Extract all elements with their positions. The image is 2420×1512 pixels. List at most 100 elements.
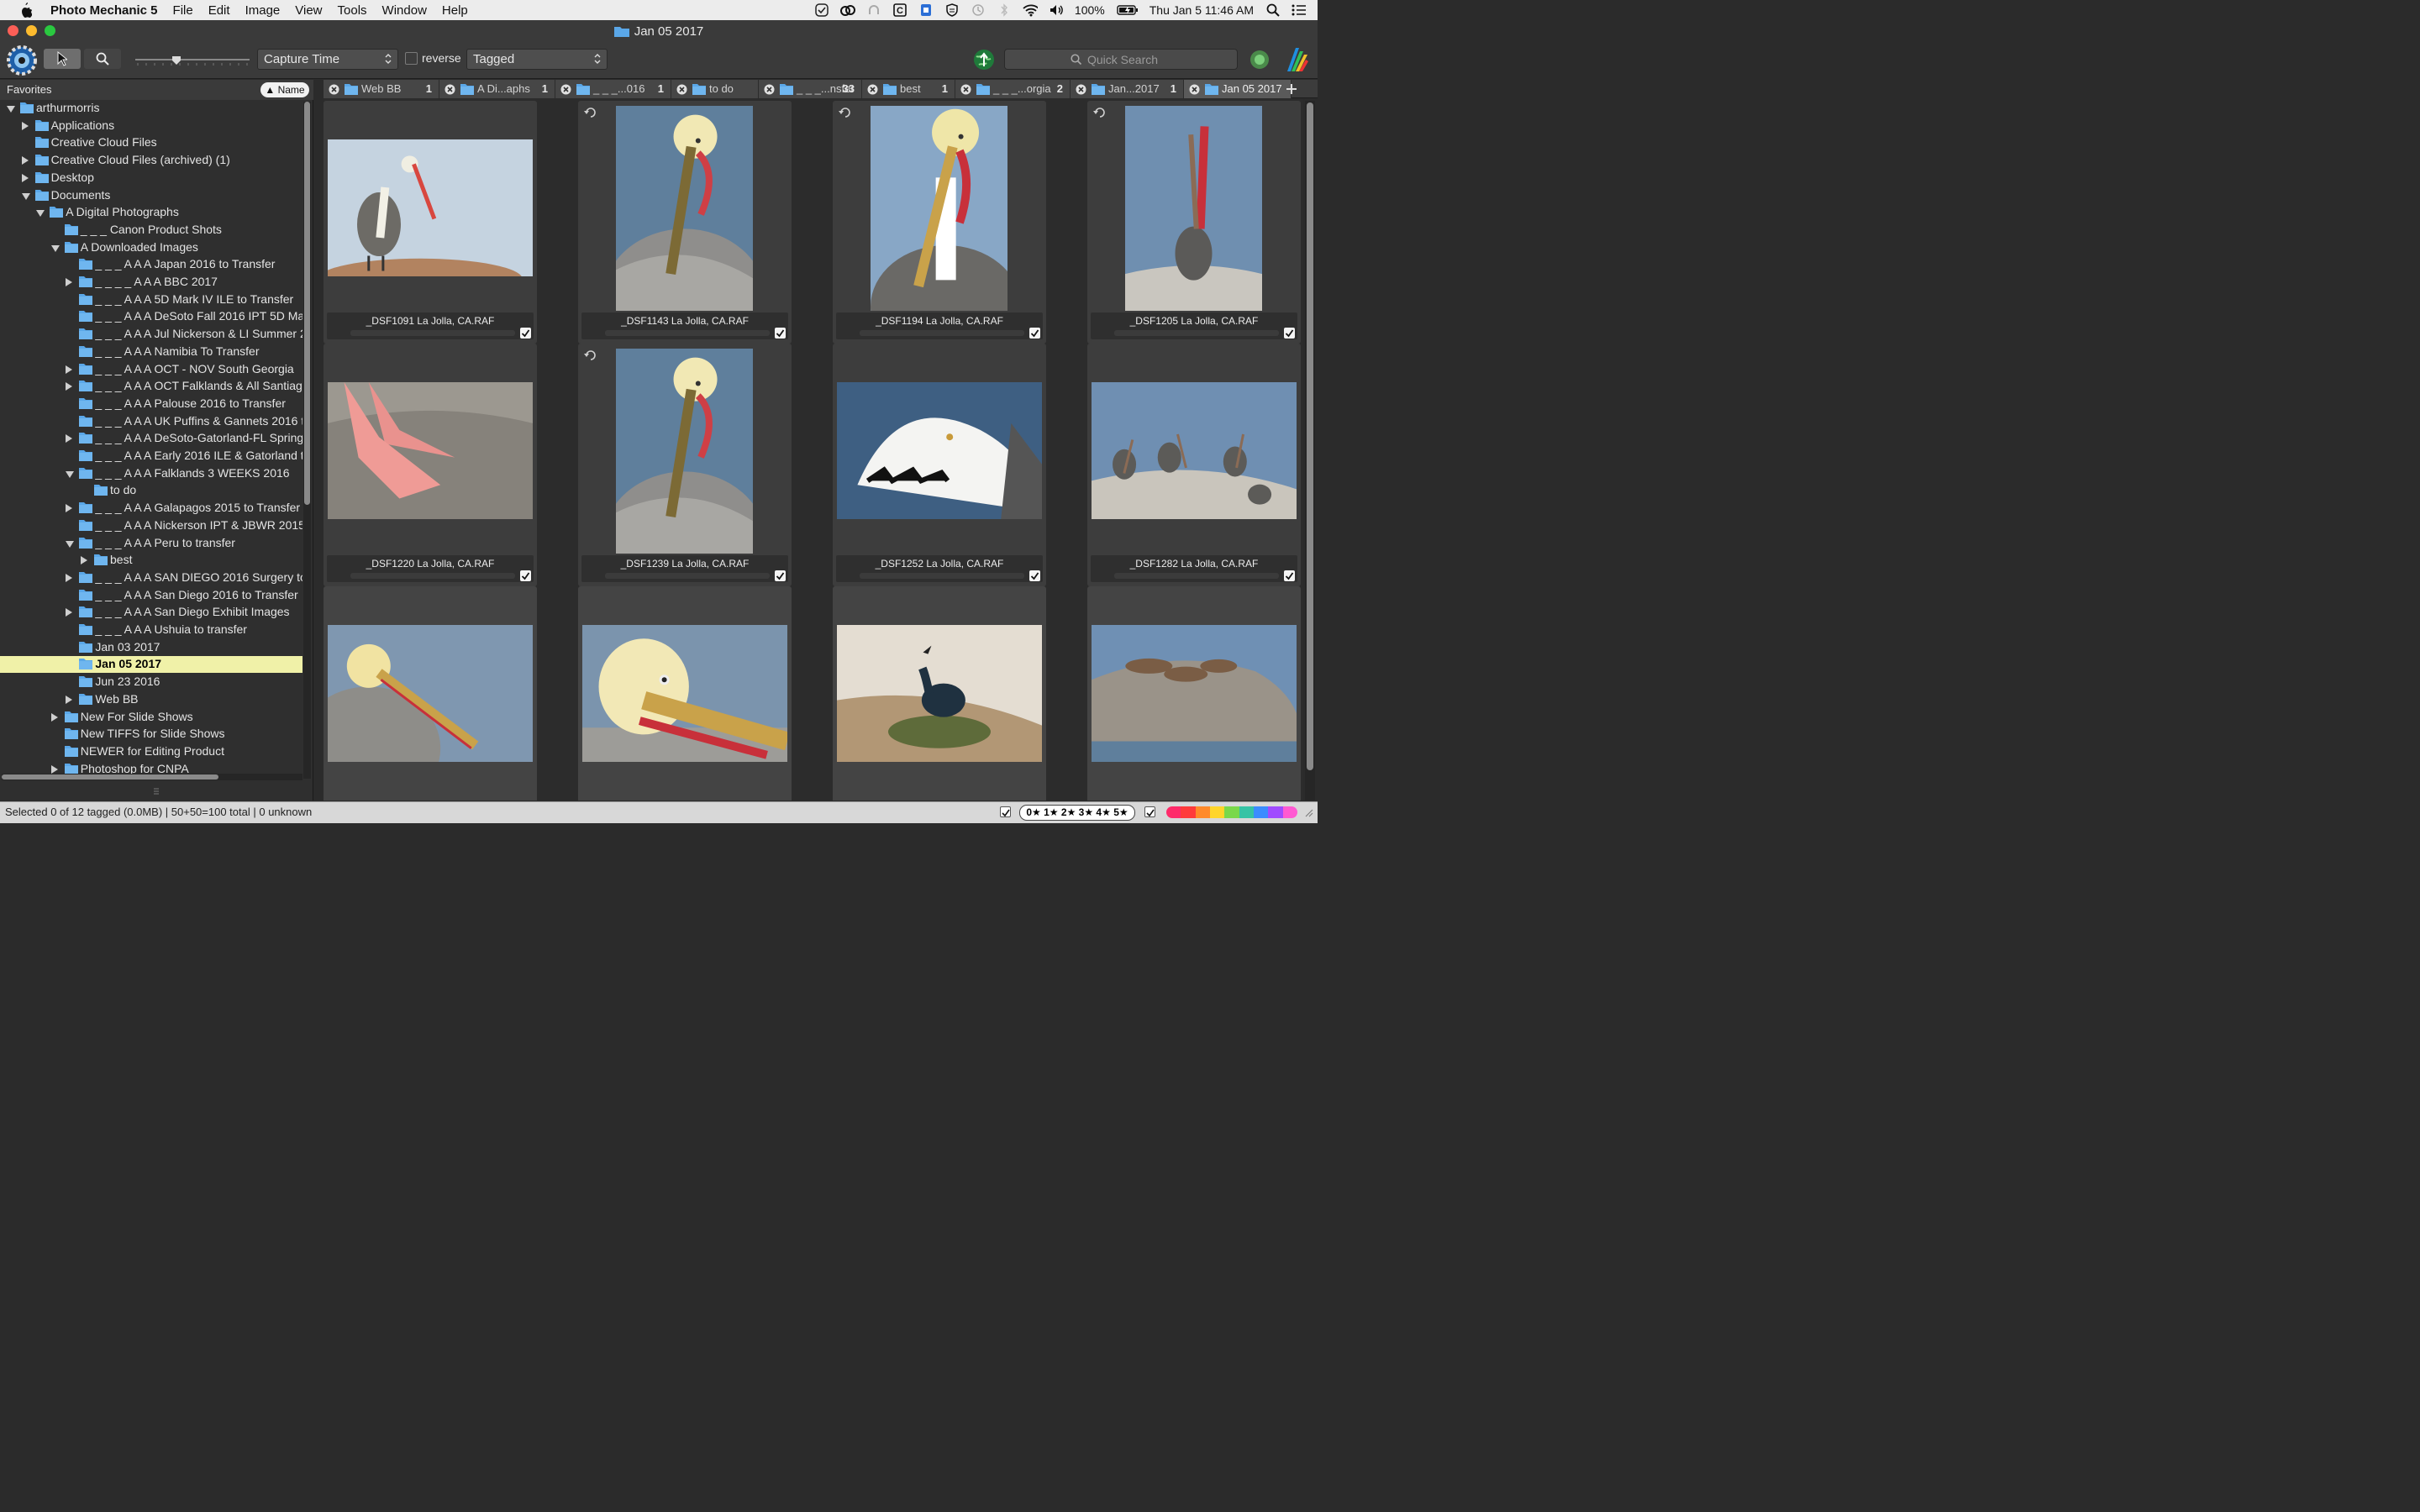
folder-row[interactable]: best [0,552,302,569]
close-tab-icon[interactable] [960,84,971,95]
tab[interactable]: _ _ _...016 1 [555,80,671,98]
folder-row[interactable]: _ _ _ A A A Falklands 3 WEEKS 2016 [0,465,302,482]
menu-image[interactable]: Image [245,3,281,18]
disclosure-closed-icon[interactable] [66,278,73,286]
color-class-swatch[interactable] [1239,806,1254,818]
thumbnail-cell[interactable]: _DSF1143 La Jolla, CA.RAF [578,101,792,344]
folder-row[interactable]: _ _ _ A A A Nickerson IPT & JBWR 2015 [0,517,302,534]
add-tab-icon[interactable] [1286,83,1297,95]
menu-edit[interactable]: Edit [208,3,230,18]
wifi-icon[interactable] [1023,3,1038,18]
thumbnail-cell[interactable]: _DSF1091 La Jolla, CA.RAF [324,101,537,344]
folder-row[interactable]: A Digital Photographs [0,204,302,221]
thumbnail-cell[interactable]: _DSF1194 La Jolla, CA.RAF [833,101,1046,344]
folder-row[interactable]: Jun 23 2016 [0,674,302,690]
app-name-menu[interactable]: Photo Mechanic 5 [50,3,158,18]
bluetooth-icon[interactable] [997,3,1012,18]
disclosure-open-icon[interactable] [66,470,75,478]
color-class-filter[interactable] [1166,806,1297,818]
folder-row[interactable]: _ _ _ A A A Peru to transfer [0,535,302,552]
minimize-window-button[interactable] [26,25,37,36]
sort-order-select[interactable]: Capture Time [257,49,398,70]
rainbow-logo-icon[interactable] [1284,46,1309,73]
color-class-swatch[interactable] [1181,806,1196,818]
star-rating-bar[interactable] [1114,330,1279,336]
blue-app-icon[interactable] [918,3,934,18]
color-class-swatch[interactable] [1253,806,1269,818]
cormorant-on-nest-photo[interactable] [837,625,1042,762]
thumbnail-cell[interactable]: _DSF1239 La Jolla, CA.RAF [578,344,792,586]
disclosure-closed-icon[interactable] [66,434,73,444]
disclosure-closed-icon[interactable] [66,608,73,617]
disclosure-closed-icon[interactable] [66,573,73,582]
pelican-head-toss-photo[interactable] [1125,106,1262,311]
shield-icon[interactable] [944,3,960,18]
c-app-icon[interactable]: C [892,3,908,18]
grid-scroll-thumb[interactable] [1307,102,1313,770]
disclosure-open-icon[interactable] [66,540,75,548]
thumbnail-cell[interactable] [833,586,1046,801]
close-tab-icon[interactable] [560,84,571,95]
tag-checkbox[interactable] [520,570,531,581]
grid-vertical-scrollbar[interactable] [1305,101,1315,801]
close-tab-icon[interactable] [329,84,339,95]
folder-row[interactable]: _ _ _ A A A Early 2016 ILE & Gatorland t… [0,448,302,465]
close-tab-icon[interactable] [1076,84,1086,95]
disclosure-closed-icon[interactable] [66,365,73,374]
color-class-swatch[interactable] [1224,806,1239,818]
menu-tools[interactable]: Tools [338,3,367,18]
folder-tree[interactable]: arthurmorris Applications Creative Cloud F… [0,100,302,777]
folder-row[interactable]: _ _ _ A A A 5D Mark IV ILE to Transfer [0,291,302,308]
folder-row[interactable]: _ _ _ A A A Jul Nickerson & LI Summer 2 [0,326,302,343]
rotate-icon[interactable] [584,349,597,360]
tab[interactable]: _ _ _...nsfer 33 [759,80,862,98]
tag-checkbox[interactable] [775,570,786,581]
folder-row[interactable]: _ _ _ A A A Japan 2016 to Transfer [0,256,302,273]
tag-checkbox[interactable] [1029,570,1040,581]
creative-cloud-icon[interactable] [839,3,855,18]
tag-filter-checkbox[interactable] [1000,806,1011,817]
folder-row[interactable]: Jan 05 2017 [0,656,302,674]
thumbnail-size-slider[interactable] [134,55,250,66]
folder-row[interactable]: to do [0,482,302,499]
menu-view[interactable]: View [295,3,322,18]
folder-row[interactable]: _ _ _ Canon Product Shots [0,222,302,239]
time-machine-icon[interactable] [971,3,986,18]
menubar-clock[interactable]: Thu Jan 5 11:46 AM [1150,3,1254,17]
tab[interactable]: A Di...aphs 1 [439,80,555,98]
disclosure-closed-icon[interactable] [21,173,29,182]
disclosure-closed-icon[interactable] [66,382,73,391]
rotate-icon[interactable] [839,106,852,118]
tab[interactable]: Web BB 1 [324,80,439,98]
pelican-head-portrait-photo[interactable] [871,106,1007,311]
pelican-head-closeup-photo[interactable] [328,625,533,762]
color-class-swatch[interactable] [1282,806,1297,818]
close-tab-icon[interactable] [676,84,687,95]
folder-row[interactable]: arthurmorris [0,100,302,117]
folder-row[interactable]: _ _ _ A A A Ushuia to transfer [0,622,302,638]
zoom-window-button[interactable] [45,25,55,36]
star-rating-bar[interactable] [860,573,1024,579]
window-resize-grip-icon[interactable] [1303,807,1313,817]
folder-row[interactable]: _ _ _ A A A San Diego Exhibit Images [0,604,302,621]
disclosure-open-icon[interactable] [21,192,30,200]
folder-row[interactable]: _ _ _ A A A OCT Falklands & All Santiago [0,378,302,395]
close-tab-icon[interactable] [1189,84,1200,95]
thumbnail-cell[interactable] [1087,586,1301,801]
thumbnail-cell[interactable] [578,586,792,801]
tag-checkbox[interactable] [1029,328,1040,339]
tag-checkbox[interactable] [775,328,786,339]
battery-icon[interactable] [1117,3,1139,18]
star-rating-bar[interactable] [860,330,1024,336]
folder-row[interactable]: _ _ _ A A A DeSoto Fall 2016 IPT 5D Mark [0,308,302,325]
rotate-icon[interactable] [1093,106,1107,118]
sort-by-name-button[interactable]: ▲ Name [260,82,309,97]
close-window-button[interactable] [8,25,18,36]
sidebar-hscroll-thumb[interactable] [2,774,218,780]
folder-row[interactable]: _ _ _ A A A Palouse 2016 to Transfer [0,396,302,412]
disclosure-closed-icon[interactable] [21,156,29,165]
folder-row[interactable]: _ _ _ A A A Namibia To Transfer [0,344,302,360]
volume-icon[interactable] [1049,3,1064,18]
notification-center-icon[interactable] [1292,3,1307,18]
star-rating-bar[interactable] [605,573,770,579]
